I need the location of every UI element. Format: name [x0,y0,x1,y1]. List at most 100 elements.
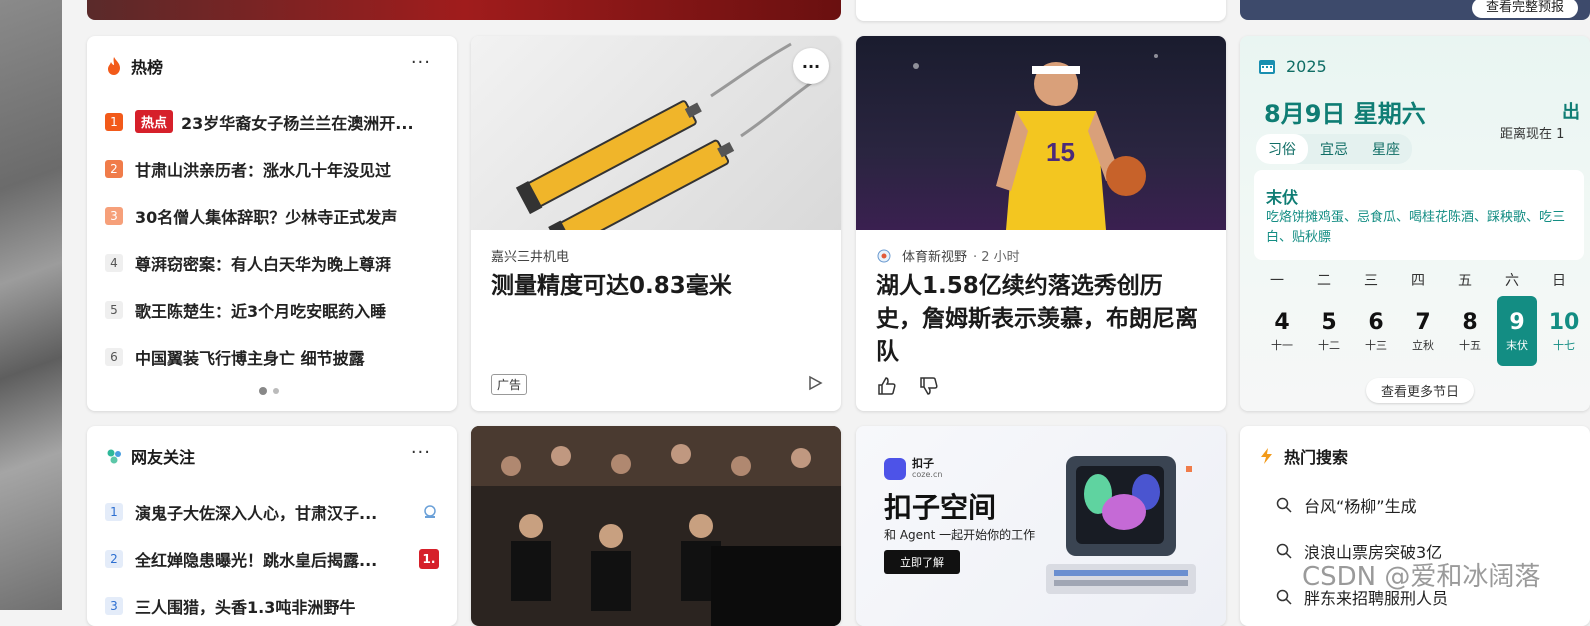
weekday-label: 二 [1317,273,1331,289]
learn-more-button[interactable]: 立即了解 [884,550,960,574]
day-number: 10 [1548,309,1580,335]
lunar-label: 十二 [1318,338,1340,352]
calendar-day[interactable]: 10 十七 [1544,296,1584,366]
tab-customs[interactable]: 习俗 [1256,134,1308,164]
news-card[interactable]: 15 体育新视野 · 2 小时 湖人1.58亿续约落选秀创历史，詹姆斯表示羡慕，… [856,36,1226,411]
search-icon [1276,543,1292,559]
tab-dos-donts[interactable]: 宜忌 [1308,134,1360,164]
list-item[interactable]: 6 中国翼装飞行博主身亡 细节披露 [105,333,439,380]
top-card-1[interactable] [87,0,841,20]
lunar-label: 十三 [1365,338,1387,352]
calendar-right-title: 出 [1562,102,1580,123]
sensor-product-image [515,42,822,230]
coze-logo: 扣子 coze.cn [884,458,942,480]
news-source: 体育新视野 · 2 小时 [876,246,1020,265]
list-item[interactable]: 4 尊湃窃密案：有人白天华为晚上尊湃 [105,239,439,286]
ad-headline[interactable]: 测量精度可达0.83毫米 [491,270,821,303]
basketball-player-image: 15 [913,54,1158,230]
rank-number: 5 [105,300,123,319]
ad-label: 广告 [491,374,528,395]
orchestra-image [471,426,841,626]
search-icon [1276,497,1292,513]
lunar-label: 十五 [1459,338,1481,352]
friends-focus-title: 网友关注 [131,448,196,467]
calendar-right-sub: 距离现在 1 [1500,127,1565,142]
ad-card[interactable]: ··· 嘉兴三井机电 测量精度可达0.83毫米 广告 [471,36,841,411]
source-name: 体育新视野 [902,250,968,265]
list-item[interactable]: 3 三人围猎，头香1.3吨非洲野牛 [105,582,439,626]
tab-zodiac[interactable]: 星座 [1360,134,1412,164]
calendar-icon [1259,60,1275,74]
calendar-day[interactable]: 5 十二 [1309,296,1349,366]
hot-list-header: 热榜 [105,54,439,78]
full-forecast-button[interactable]: 查看完整预报 [1472,0,1579,18]
calendar-day[interactable]: 4 十一 [1262,296,1302,366]
day-number: 6 [1368,309,1384,335]
list-item-text: 全红婵隐患曝光！跳水皇后揭露... [135,550,378,570]
hot-search-header: 热门搜索 [1258,444,1572,468]
news-feed: 查看完整预报 热榜 ··· 1 热点 23岁华裔女子杨兰兰在澳洲开... 2 甘… [62,0,1590,626]
calendar-day[interactable]: 7 立秋 [1403,296,1443,366]
calendar-day-today[interactable]: 9 末伏 [1497,296,1537,366]
list-item-text: 甘肃山洪亲历者：涨水几十年没见过 [135,160,392,180]
pagination-dots[interactable] [259,387,279,395]
more-options-icon: ··· [801,56,821,76]
day-number: 5 [1321,309,1337,335]
orchestra-card[interactable] [471,426,841,626]
rank-number: 3 [105,206,123,225]
calendar-day[interactable]: 8 十五 [1450,296,1490,366]
calendar-tabs: 习俗 宜忌 星座 [1256,134,1412,164]
more-festivals-button[interactable]: 查看更多节日 [1366,378,1475,403]
source-name: 嘉兴三井机电 [491,250,570,265]
lunar-label: 十七 [1553,338,1575,352]
list-item-text: 30名僧人集体辞职？少林寺正式发声 [135,207,398,227]
top-card-3[interactable]: 查看完整预报 [1240,0,1590,20]
coze-card[interactable]: 扣子 coze.cn 扣子空间 和 Agent 一起开始你的工作 立即了解 [856,426,1226,626]
coze-title: 扣子空间 [884,491,997,524]
thumbs-up-icon[interactable] [876,375,898,397]
calendar-year: 2025 [1286,56,1327,76]
top-card-2[interactable] [856,0,1226,21]
more-options-icon[interactable]: ··· [411,442,431,463]
rank-number: 2 [105,549,123,568]
calendar-day[interactable]: 6 十三 [1356,296,1396,366]
list-item[interactable]: 1 热点 23岁华裔女子杨兰兰在澳洲开... [105,98,439,145]
play-icon[interactable] [807,375,823,391]
coze-brand: 扣子 [912,457,934,470]
lunar-label: 末伏 [1506,338,1528,352]
weekday-row: 一 二 三 四 五 六 日 [1270,270,1590,290]
news-image: 15 [856,36,1226,230]
people-icon [107,449,121,464]
more-options-icon[interactable]: ··· [411,52,431,73]
weekday-label: 日 [1552,273,1566,289]
publish-time: · 2 小时 [973,250,1020,265]
more-options-button[interactable]: ··· [793,48,829,84]
news-headline[interactable]: 湖人1.58亿续约落选秀创历史，詹姆斯表示羡慕，布朗尼离队 [876,270,1206,369]
search-suggestion[interactable]: 台风“杨柳”生成 [1276,482,1448,528]
watermark: CSDN @爱和冰阔落 [1302,562,1541,592]
rank-number: 3 [105,596,123,615]
page-dot[interactable] [259,387,267,395]
thumbnail-icon [424,504,436,518]
day-row: 4 十一 5 十二 6 十三 7 立秋 8 十五 9 末伏 10 十七 [1262,296,1590,366]
source-logo-icon [877,249,891,262]
day-number: 9 [1509,309,1525,335]
thumbs-down-icon[interactable] [918,375,940,397]
page-dot[interactable] [273,388,279,394]
coze-brand-sub: coze.cn [912,470,943,479]
lunar-label: 立秋 [1412,338,1434,352]
list-item[interactable]: 2 全红婵隐患曝光！跳水皇后揭露... 1. [105,535,439,582]
list-item[interactable]: 5 歌王陈楚生：近3个月吃安眠药入睡 [105,286,439,333]
calendar-card: 2025 8月9日 星期六 出 距离现在 1 习俗 宜忌 星座 末伏 吃烙饼摊鸡… [1240,36,1590,411]
day-number: 4 [1274,309,1290,335]
lightning-icon [1261,448,1272,464]
calendar-date: 8月9日 星期六 [1264,100,1426,128]
list-item[interactable]: 1 演鬼子大佐深入人心，甘肃汉子... [105,488,439,535]
hot-search-title: 热门搜索 [1284,448,1349,467]
list-item-text: 三人围猎，头香1.3吨非洲野牛 [135,597,356,617]
list-item[interactable]: 3 30名僧人集体辞职？少林寺正式发声 [105,192,439,239]
rank-number: 2 [105,159,123,178]
hot-list: 1 热点 23岁华裔女子杨兰兰在澳洲开... 2 甘肃山洪亲历者：涨水几十年没见… [105,98,439,380]
rank-number: 1 [105,502,123,521]
list-item[interactable]: 2 甘肃山洪亲历者：涨水几十年没见过 [105,145,439,192]
